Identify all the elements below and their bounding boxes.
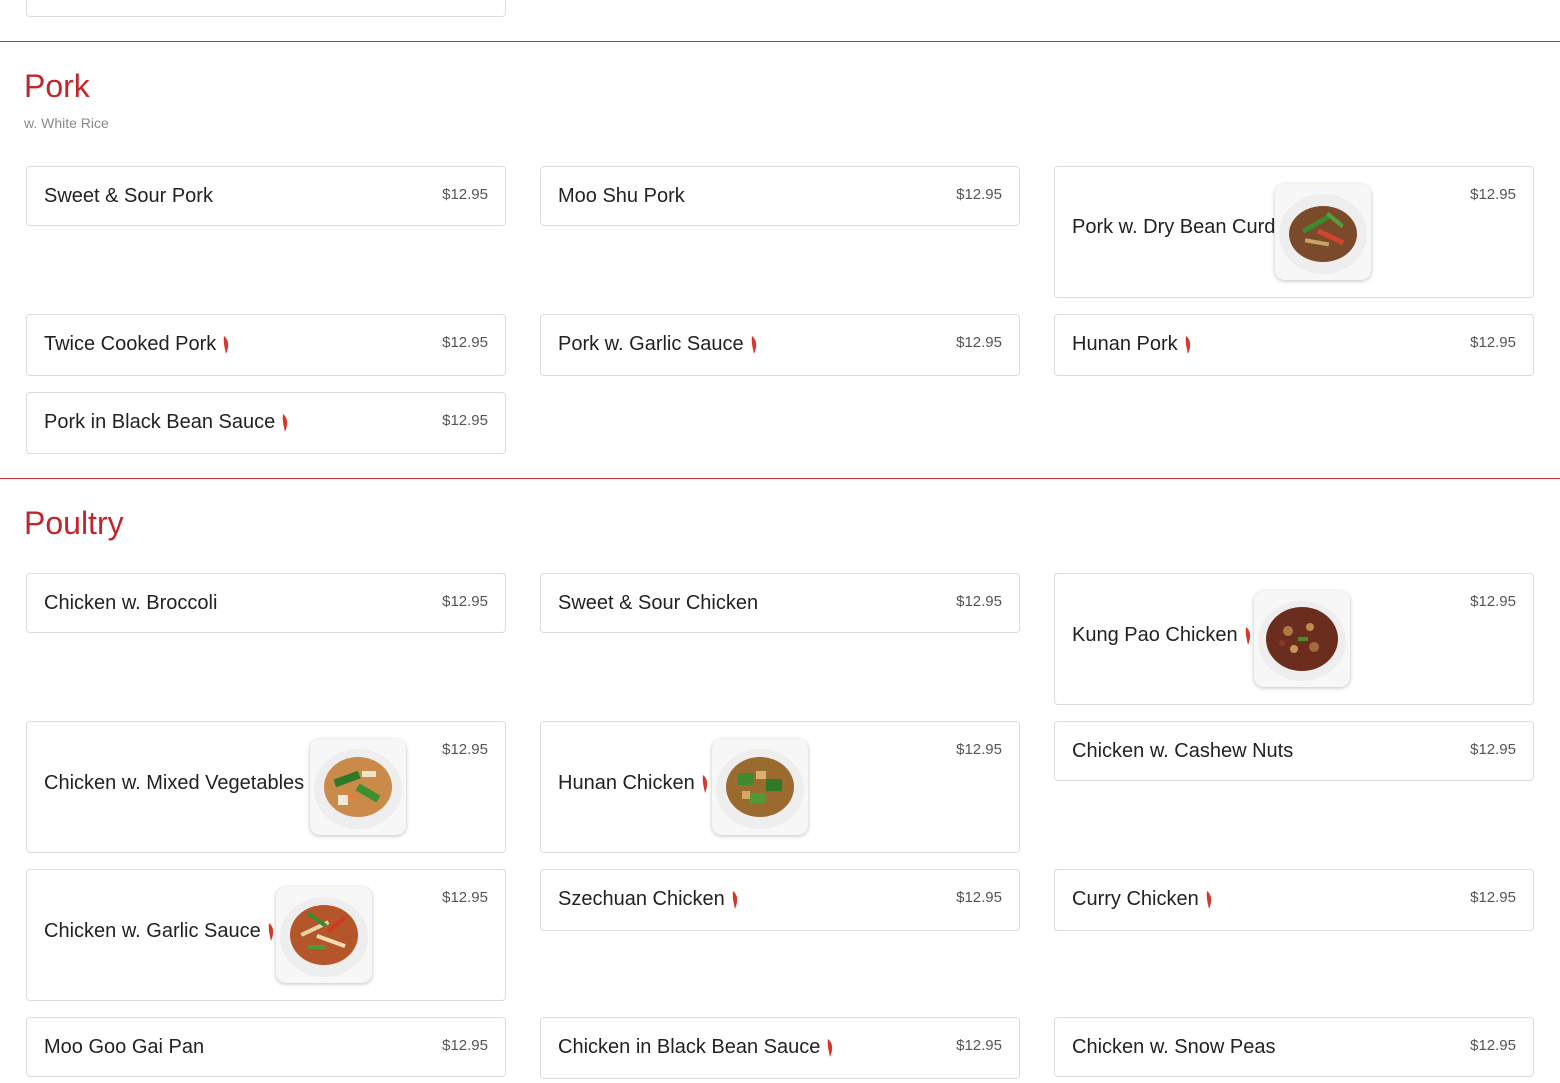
item-name: Chicken in Black Bean Sauce <box>558 1036 821 1058</box>
chili-pepper-icon <box>751 335 756 354</box>
item-price: $12.95 <box>956 1037 1002 1054</box>
item-price: $12.95 <box>956 593 1002 610</box>
item-name: Pork in Black Bean Sauce <box>44 411 276 433</box>
item-name-row: Hunan Pork <box>1072 333 1192 356</box>
item-name-row: Sweet & Sour Chicken <box>558 592 758 615</box>
item-name: Szechuan Chicken <box>558 888 725 910</box>
chili-pepper-icon <box>224 335 229 354</box>
chili-pepper-icon <box>732 890 737 909</box>
chili-pepper-icon <box>268 922 273 941</box>
item-name-row: Moo Goo Gai Pan <box>44 1036 204 1059</box>
chili-pepper-icon <box>282 413 288 432</box>
dish-photo <box>1275 184 1371 280</box>
item-price: $12.95 <box>442 1037 488 1054</box>
item-name-row: Pork in Black Bean Sauce <box>44 411 289 434</box>
item-name: Chicken w. Cashew Nuts <box>1072 740 1294 762</box>
item-price: $12.95 <box>442 593 488 610</box>
menu-item-card[interactable]: Pork w. Garlic Sauce $12.95 <box>540 314 1020 376</box>
menu-item-card[interactable]: Pork w. Dry Bean Curd $12.95 <box>1054 166 1534 298</box>
item-price: $12.95 <box>956 186 1002 203</box>
menu-item-card[interactable]: Pork in Black Bean Sauce $12.95 <box>26 392 506 454</box>
menu-item-card[interactable]: Chicken w. Cashew Nuts $12.95 <box>1054 721 1534 781</box>
item-name: Curry Chicken <box>1072 888 1199 910</box>
item-name: Hunan Chicken <box>558 772 695 794</box>
chili-pepper-icon <box>702 774 707 793</box>
item-name-row: Chicken w. Broccoli <box>44 592 217 615</box>
section-divider <box>0 478 1560 479</box>
item-price: $12.95 <box>442 186 488 203</box>
dish-photo <box>276 887 372 983</box>
menu-item-card[interactable]: Chicken w. Garlic Sauce $12.95 <box>26 869 506 1001</box>
chili-pepper-icon <box>1245 626 1250 645</box>
item-name-row: Twice Cooked Pork <box>44 333 230 356</box>
menu-item-card[interactable]: Moo Shu Pork $12.95 <box>540 166 1020 226</box>
item-name: Pork w. Garlic Sauce <box>558 333 744 355</box>
item-name: Moo Goo Gai Pan <box>44 1036 205 1058</box>
item-name-row: Pork w. Dry Bean Curd <box>1072 216 1275 239</box>
item-price: $12.95 <box>442 741 488 758</box>
chili-pepper-icon <box>1185 335 1190 354</box>
item-name: Kung Pao Chicken <box>1072 624 1238 646</box>
item-name-row: Kung Pao Chicken <box>1072 624 1252 647</box>
dish-photo <box>310 739 406 835</box>
item-price: $12.95 <box>442 412 488 429</box>
dish-photo <box>712 739 808 835</box>
item-price: $12.95 <box>1470 593 1516 610</box>
item-price: $12.95 <box>442 889 488 906</box>
item-name-row: Chicken w. Cashew Nuts <box>1072 740 1293 763</box>
menu-item-card[interactable]: Chicken in Black Bean Sauce $12.95 <box>540 1017 1020 1079</box>
item-price: $12.95 <box>1470 334 1516 351</box>
item-name-row: Chicken w. Garlic Sauce <box>44 920 275 943</box>
menu-item-card[interactable] <box>26 0 506 17</box>
item-name: Moo Shu Pork <box>558 185 685 207</box>
item-name: Sweet & Sour Chicken <box>558 592 759 614</box>
category-title-pork: Pork <box>24 68 90 104</box>
category-title-poultry: Poultry <box>24 505 124 541</box>
item-name: Twice Cooked Pork <box>44 333 217 355</box>
item-price: $12.95 <box>956 334 1002 351</box>
menu-item-card[interactable]: Moo Goo Gai Pan $12.95 <box>26 1017 506 1077</box>
item-name-row: Chicken in Black Bean Sauce <box>558 1036 834 1059</box>
section-divider <box>0 41 1560 42</box>
item-price: $12.95 <box>442 334 488 351</box>
item-name-row: Curry Chicken <box>1072 888 1213 911</box>
item-price: $12.95 <box>1470 889 1516 906</box>
dish-photo <box>1254 591 1350 687</box>
menu-item-card[interactable]: Hunan Chicken $12.95 <box>540 721 1020 853</box>
item-name: Hunan Pork <box>1072 333 1178 355</box>
item-name: Pork w. Dry Bean Curd <box>1072 216 1276 238</box>
category-subtitle-pork: w. White Rice <box>24 115 109 131</box>
menu-item-card[interactable]: Sweet & Sour Pork $12.95 <box>26 166 506 226</box>
item-price: $12.95 <box>956 741 1002 758</box>
item-name-row: Szechuan Chicken <box>558 888 739 911</box>
menu-item-card[interactable]: Hunan Pork $12.95 <box>1054 314 1534 376</box>
menu-item-card[interactable]: Curry Chicken $12.95 <box>1054 869 1534 931</box>
item-price: $12.95 <box>1470 1037 1516 1054</box>
item-name-row: Pork w. Garlic Sauce <box>558 333 758 356</box>
item-name-row: Moo Shu Pork <box>558 185 685 208</box>
menu-item-card[interactable]: Chicken w. Mixed Vegetables $12.95 <box>26 721 506 853</box>
menu-item-card[interactable]: Szechuan Chicken $12.95 <box>540 869 1020 931</box>
item-name-row: Hunan Chicken <box>558 772 709 795</box>
item-name: Chicken w. Broccoli <box>44 592 218 614</box>
item-name: Sweet & Sour Pork <box>44 185 213 207</box>
chili-pepper-icon <box>1206 890 1211 909</box>
item-price: $12.95 <box>956 889 1002 906</box>
item-name: Chicken w. Garlic Sauce <box>44 920 261 942</box>
item-name-row: Sweet & Sour Pork <box>44 185 213 208</box>
item-name: Chicken w. Snow Peas <box>1072 1036 1276 1058</box>
menu-item-card[interactable]: Twice Cooked Pork $12.95 <box>26 314 506 376</box>
menu-item-card[interactable]: Chicken w. Snow Peas $12.95 <box>1054 1017 1534 1077</box>
item-name-row: Chicken w. Snow Peas <box>1072 1036 1275 1059</box>
item-price: $12.95 <box>1470 741 1516 758</box>
menu-item-card[interactable]: Chicken w. Broccoli $12.95 <box>26 573 506 633</box>
chili-pepper-icon <box>828 1038 833 1057</box>
menu-item-card[interactable]: Sweet & Sour Chicken $12.95 <box>540 573 1020 633</box>
menu-item-card[interactable]: Kung Pao Chicken $12.95 <box>1054 573 1534 705</box>
item-name: Chicken w. Mixed Vegetables <box>44 772 305 794</box>
item-name-row: Chicken w. Mixed Vegetables <box>44 772 304 795</box>
item-price: $12.95 <box>1470 186 1516 203</box>
